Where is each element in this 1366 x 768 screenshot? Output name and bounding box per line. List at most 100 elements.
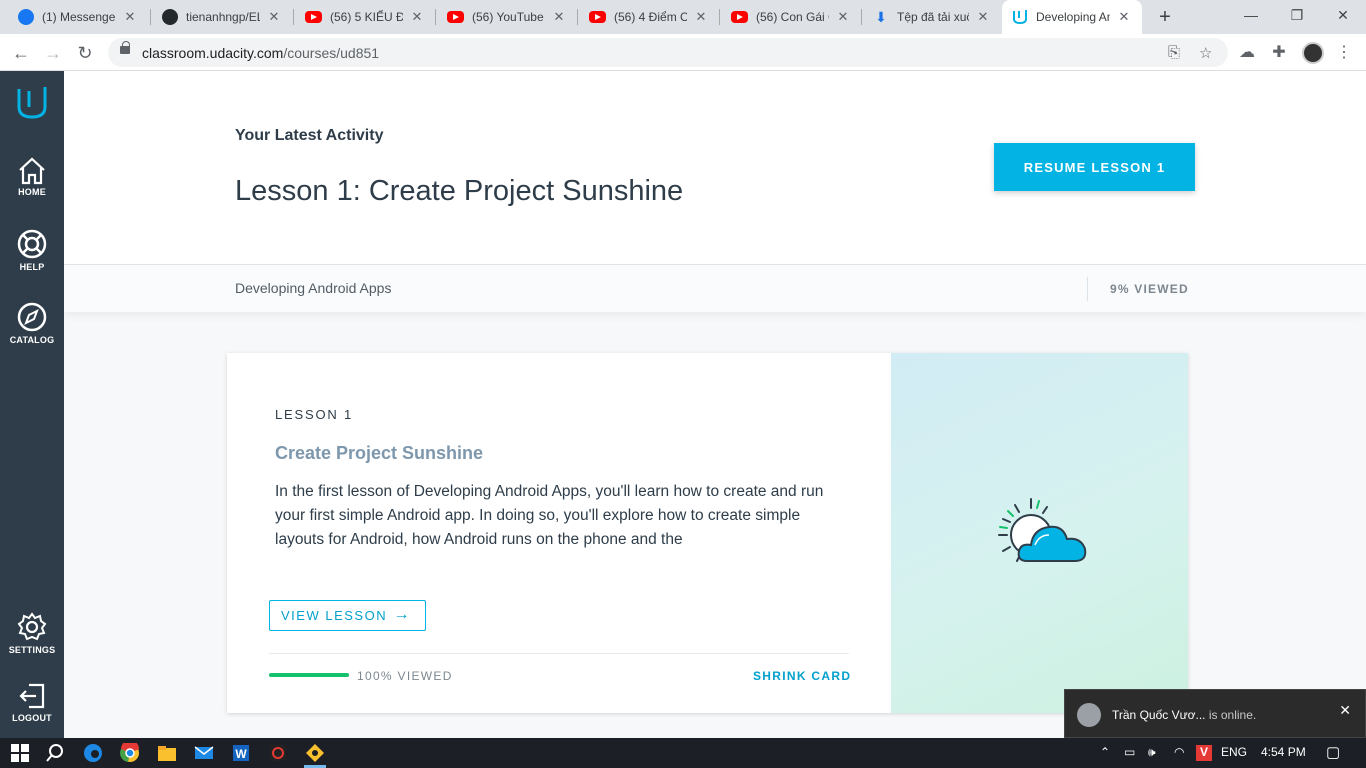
lesson-description: In the first lesson of Developing Androi… xyxy=(275,483,824,548)
resume-lesson-button[interactable]: RESUME LESSON 1 xyxy=(994,143,1195,191)
reload-button[interactable]: ↻ xyxy=(72,40,98,66)
close-icon[interactable]: ✕ xyxy=(1116,9,1132,25)
language-indicator[interactable]: ENG xyxy=(1221,745,1247,759)
translate-icon[interactable]: ⎘ xyxy=(1168,44,1180,61)
tab-downloads[interactable]: ⬇ Tệp đã tải xuố ✕ xyxy=(863,0,1001,34)
chat-status: is online. xyxy=(1208,708,1257,722)
vietnamese-ime-icon[interactable]: V xyxy=(1196,745,1212,761)
section-eyebrow: Your Latest Activity xyxy=(235,127,384,144)
facebook-icon xyxy=(18,9,34,25)
udacity-logo[interactable] xyxy=(0,85,64,121)
mail-icon[interactable] xyxy=(194,743,214,763)
tab-title: (1) Messenger xyxy=(42,10,116,24)
sidebar-item-settings[interactable]: SETTINGS xyxy=(0,611,64,655)
cloud-icon[interactable]: ☁ xyxy=(1237,43,1257,63)
course-progress: 9% VIEWED xyxy=(1110,282,1189,296)
sidebar-item-home[interactable]: HOME xyxy=(0,157,64,197)
arrow-right-icon: → xyxy=(393,606,411,623)
divider xyxy=(269,653,849,654)
url-text[interactable]: classroom.udacity.com/courses/ud851 xyxy=(142,45,379,61)
search-icon[interactable] xyxy=(45,743,65,763)
close-icon[interactable]: ✕ xyxy=(409,9,425,25)
sidebar-item-label: HELP xyxy=(19,262,45,272)
url-path: /courses/ud851 xyxy=(283,45,380,61)
lock-icon xyxy=(120,41,130,54)
restore-button[interactable]: ❐ xyxy=(1274,0,1320,30)
git-tool-icon[interactable] xyxy=(305,743,325,763)
new-tab-button[interactable]: + xyxy=(1152,4,1178,30)
extensions-icon[interactable]: ✚ xyxy=(1269,43,1289,63)
lesson-title[interactable]: Create Project Sunshine xyxy=(275,443,483,464)
address-bar[interactable]: classroom.udacity.com/courses/ud851 ⎘ ☆ xyxy=(108,38,1228,67)
youtube-icon xyxy=(447,11,464,23)
wifi-icon[interactable]: ◠ xyxy=(1174,745,1184,759)
star-icon[interactable]: ☆ xyxy=(1199,44,1212,62)
tab-youtube-4[interactable]: (56) Con Gái G ✕ xyxy=(721,0,861,34)
close-icon[interactable]: ✕ xyxy=(122,9,138,25)
speaker-icon[interactable]: 🕪 xyxy=(1148,745,1156,760)
lesson-progress-text: 100% VIEWED xyxy=(357,669,453,683)
tab-github[interactable]: tienanhngp/EL ✕ xyxy=(152,0,292,34)
sidebar-item-help[interactable]: HELP xyxy=(0,228,64,272)
shrink-card-button[interactable]: SHRINK CARD xyxy=(753,669,851,683)
chrome-icon[interactable] xyxy=(120,743,140,763)
tab-title: (56) Con Gái G xyxy=(756,10,829,24)
github-icon xyxy=(162,9,178,25)
chat-notification[interactable]: Trần Quốc Vươ... is online. ✕ xyxy=(1064,689,1366,738)
forward-button[interactable]: → xyxy=(40,40,66,66)
clock[interactable]: 4:54 PM xyxy=(1261,745,1306,759)
window-close-button[interactable]: ✕ xyxy=(1320,0,1366,30)
game-app-icon[interactable] xyxy=(268,743,288,763)
profile-avatar[interactable] xyxy=(1302,42,1324,64)
udacity-sidebar: HOME HELP CATALOG SETTINGS LOGOUT xyxy=(0,71,64,738)
chevron-up-icon[interactable]: ⌃ xyxy=(1100,745,1110,759)
close-icon[interactable]: ✕ xyxy=(693,9,709,25)
sidebar-item-catalog[interactable]: CATALOG xyxy=(0,301,64,345)
tab-messenger[interactable]: (1) Messenger ✕ xyxy=(8,0,148,34)
tab-youtube-2[interactable]: (56) YouTube ✕ xyxy=(437,0,577,34)
view-lesson-button[interactable]: VIEW LESSON → xyxy=(269,600,426,631)
sidebar-item-label: LOGOUT xyxy=(12,713,52,723)
page-title: Lesson 1: Create Project Sunshine xyxy=(235,175,684,207)
close-icon[interactable]: ✕ xyxy=(1339,702,1351,719)
lesson-progress-fill xyxy=(269,673,349,677)
minimize-button[interactable]: — xyxy=(1228,0,1274,30)
lesson-number: LESSON 1 xyxy=(275,407,353,422)
tab-udacity[interactable]: Developing An ✕ xyxy=(1002,0,1142,34)
svg-text:W: W xyxy=(235,747,247,761)
close-icon[interactable]: ✕ xyxy=(551,9,567,25)
tab-title: (56) 4 Điểm CỦ xyxy=(614,10,687,24)
youtube-icon xyxy=(305,11,322,23)
word-icon[interactable]: W xyxy=(231,743,251,763)
udacity-logo-icon xyxy=(17,87,47,119)
lesson-progress-bar xyxy=(269,673,349,677)
course-bar: Developing Android Apps 9% VIEWED xyxy=(64,264,1366,312)
close-icon[interactable]: ✕ xyxy=(266,9,282,25)
tab-youtube-3[interactable]: (56) 4 Điểm CỦ ✕ xyxy=(579,0,719,34)
close-icon[interactable]: ✕ xyxy=(835,9,851,25)
battery-icon[interactable]: ▭ xyxy=(1124,745,1135,759)
tab-divider xyxy=(719,9,720,25)
tab-divider xyxy=(577,9,578,25)
menu-icon[interactable]: ⋮ xyxy=(1334,43,1354,63)
lesson-illustration xyxy=(891,353,1188,713)
close-icon[interactable]: ✕ xyxy=(975,9,991,25)
sidebar-item-logout[interactable]: LOGOUT xyxy=(0,681,64,723)
tab-title: Tệp đã tải xuố xyxy=(897,10,969,24)
course-name: Developing Android Apps xyxy=(235,280,392,296)
tab-divider xyxy=(293,9,294,25)
browser-toolbar: ← → ↻ classroom.udacity.com/courses/ud85… xyxy=(0,34,1366,71)
windows-start-icon[interactable] xyxy=(10,743,30,763)
tab-divider xyxy=(861,9,862,25)
edge-icon[interactable] xyxy=(83,743,103,763)
back-button[interactable]: ← xyxy=(8,40,34,66)
notification-icon[interactable]: ▢ xyxy=(1326,743,1340,761)
url-host: classroom.udacity.com xyxy=(142,45,284,61)
tab-divider xyxy=(150,9,151,25)
chat-message: Trần Quốc Vươ... is online. xyxy=(1112,708,1256,722)
tab-youtube-1[interactable]: (56) 5 KIỂU ĐỀ ✕ xyxy=(295,0,435,34)
sidebar-item-label: HOME xyxy=(18,187,46,197)
file-explorer-icon[interactable] xyxy=(157,743,177,763)
sun-cloud-icon xyxy=(998,498,1087,562)
sidebar-item-label: SETTINGS xyxy=(8,645,56,655)
